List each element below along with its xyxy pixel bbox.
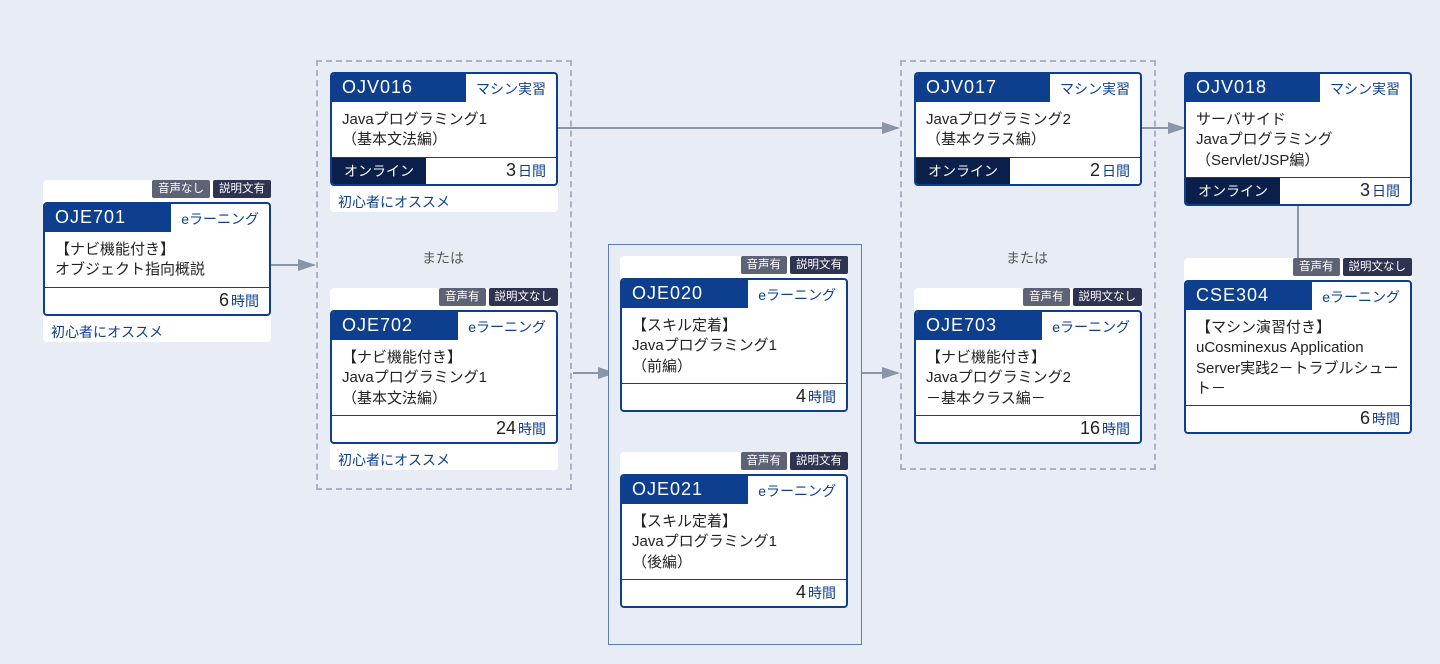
course-type: eラーニング <box>458 312 556 340</box>
tag-audio-yes: 音声有 <box>1293 258 1340 276</box>
duration-unit: 時間 <box>1102 419 1130 439</box>
course-title: 【スキル定着】 Javaプログラミング1 （後編） <box>622 504 846 579</box>
course-code: OJE021 <box>622 476 748 504</box>
duration-value: 3 <box>1360 180 1370 201</box>
course-card-cse304[interactable]: 音声有 説明文なし CSE304 eラーニング 【マシン演習付き】 uCosmi… <box>1184 258 1412 434</box>
duration-unit: 日間 <box>1372 181 1400 201</box>
duration-unit: 時間 <box>1372 409 1400 429</box>
tag-desc-no: 説明文なし <box>1343 258 1413 276</box>
duration-value: 24 <box>496 418 516 439</box>
tag-audio-yes: 音声有 <box>741 256 788 274</box>
tag-desc-no: 説明文なし <box>1073 288 1143 306</box>
course-type: eラーニング <box>171 204 269 232</box>
duration-value: 16 <box>1080 418 1100 439</box>
course-code: OJE020 <box>622 280 748 308</box>
course-code: OJE702 <box>332 312 458 340</box>
course-code: OJE701 <box>45 204 171 232</box>
duration-value: 6 <box>219 290 229 311</box>
course-title: サーバサイド Javaプログラミング （Servlet/JSP編） <box>1186 102 1410 177</box>
course-card-oje701[interactable]: 音声なし 説明文有 OJE701 eラーニング 【ナビ機能付き】 オブジェクト指… <box>43 180 271 342</box>
or-label-1: または <box>422 248 464 268</box>
online-badge: オンライン <box>1186 178 1280 204</box>
course-code: OJE703 <box>916 312 1042 340</box>
beginner-note: 初心者にオススメ <box>330 192 558 212</box>
course-title: Javaプログラミング1 （基本文法編） <box>332 102 556 157</box>
course-title: Javaプログラミング2 （基本クラス編） <box>916 102 1140 157</box>
course-type: eラーニング <box>748 280 846 308</box>
course-title: 【ナビ機能付き】 Javaプログラミング1 （基本文法編） <box>332 340 556 415</box>
tag-desc-yes: 説明文有 <box>790 452 848 470</box>
course-title: 【スキル定着】 Javaプログラミング1 （前編） <box>622 308 846 383</box>
tag-audio-no: 音声なし <box>152 180 210 198</box>
tag-audio-yes: 音声有 <box>1023 288 1070 306</box>
online-badge: オンライン <box>916 158 1010 184</box>
course-code: OJV016 <box>332 74 466 102</box>
duration-unit: 時間 <box>808 583 836 603</box>
course-type: マシン実習 <box>466 74 556 102</box>
tag-desc-no: 説明文なし <box>489 288 559 306</box>
course-card-ojv016[interactable]: OJV016 マシン実習 Javaプログラミング1 （基本文法編） オンライン … <box>330 72 558 212</box>
course-card-oje702[interactable]: 音声有 説明文なし OJE702 eラーニング 【ナビ機能付き】 Javaプログ… <box>330 288 558 470</box>
course-title: 【マシン演習付き】 uCosminexus Application Server… <box>1186 310 1410 405</box>
course-title: 【ナビ機能付き】 オブジェクト指向概説 <box>45 232 269 287</box>
duration-unit: 日間 <box>1102 161 1130 181</box>
online-badge: オンライン <box>332 158 426 184</box>
duration-value: 4 <box>796 582 806 603</box>
course-code: CSE304 <box>1186 282 1312 310</box>
course-code: OJV017 <box>916 74 1050 102</box>
course-card-oje021[interactable]: 音声有 説明文有 OJE021 eラーニング 【スキル定着】 Javaプログラミ… <box>620 452 848 608</box>
duration-unit: 時間 <box>518 419 546 439</box>
duration-value: 2 <box>1090 160 1100 181</box>
course-card-ojv017[interactable]: OJV017 マシン実習 Javaプログラミング2 （基本クラス編） オンライン… <box>914 72 1142 186</box>
course-card-ojv018[interactable]: OJV018 マシン実習 サーバサイド Javaプログラミング （Servlet… <box>1184 72 1412 206</box>
duration-value: 6 <box>1360 408 1370 429</box>
duration-unit: 時間 <box>231 291 259 311</box>
duration-value: 4 <box>796 386 806 407</box>
beginner-note: 初心者にオススメ <box>330 450 558 470</box>
tag-desc-yes: 説明文有 <box>213 180 271 198</box>
course-type: マシン実習 <box>1320 74 1410 102</box>
tag-audio-yes: 音声有 <box>741 452 788 470</box>
duration-unit: 時間 <box>808 387 836 407</box>
tag-desc-yes: 説明文有 <box>790 256 848 274</box>
course-type: マシン実習 <box>1050 74 1140 102</box>
duration-unit: 日間 <box>518 161 546 181</box>
course-card-oje020[interactable]: 音声有 説明文有 OJE020 eラーニング 【スキル定着】 Javaプログラミ… <box>620 256 848 412</box>
tag-audio-yes: 音声有 <box>439 288 486 306</box>
course-type: eラーニング <box>1312 282 1410 310</box>
duration-value: 3 <box>506 160 516 181</box>
course-code: OJV018 <box>1186 74 1320 102</box>
course-type: eラーニング <box>1042 312 1140 340</box>
or-label-2: または <box>1006 248 1048 268</box>
course-card-oje703[interactable]: 音声有 説明文なし OJE703 eラーニング 【ナビ機能付き】 Javaプログ… <box>914 288 1142 444</box>
course-title: 【ナビ機能付き】 Javaプログラミング2 －基本クラス編－ <box>916 340 1140 415</box>
beginner-note: 初心者にオススメ <box>43 322 271 342</box>
course-type: eラーニング <box>748 476 846 504</box>
